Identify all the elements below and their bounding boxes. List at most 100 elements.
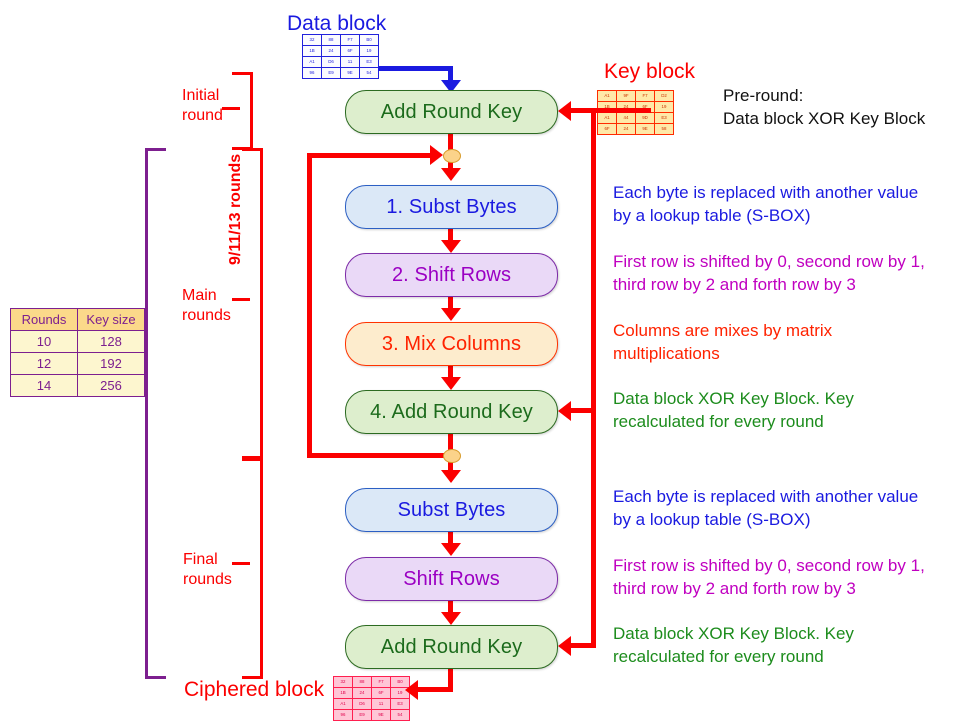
byte-grid-cell: 44 (616, 112, 636, 124)
byte-grid-cell: 19 (359, 45, 379, 57)
rounds-table-row: 14 256 (10, 374, 145, 397)
data-block-connector-horizontal (378, 66, 453, 71)
note-pre-round: Pre-round: Data block XOR Key Block (723, 85, 925, 131)
box-shift-rows-2[interactable]: 2. Shift Rows (345, 253, 558, 297)
byte-grid-cell: 32 (333, 676, 353, 688)
flow-arrow-to-subst1 (441, 168, 461, 181)
byte-grid-row: A1 44 9D E3 (597, 112, 674, 124)
note-shift-rows-line2: third row by 2 and forth row by 3 (613, 274, 856, 294)
key-trunk-vertical (591, 108, 596, 645)
label-final-rounds-line1: Final (183, 551, 218, 568)
byte-grid-cell: 6F (371, 687, 391, 699)
loop-junction-bottom-node (443, 449, 461, 463)
label-initial-round: Initial round (182, 86, 223, 126)
bracket-main-rounds (242, 148, 263, 459)
byte-grid-cell: D6 (321, 56, 341, 68)
byte-grid-cell: 1B (302, 45, 322, 57)
key-block-feed-arrowhead (558, 101, 571, 121)
byte-grid-row: A1 D6 11 E3 (302, 56, 379, 68)
loopback-arrowhead (430, 145, 443, 165)
byte-grid-cell: 11 (371, 698, 391, 710)
bracket-initial-round-tick (222, 107, 240, 110)
byte-grid-cell: 32 (302, 34, 322, 46)
byte-grid-cell: A1 (302, 56, 322, 68)
ark4-feed-arrowhead (558, 401, 571, 421)
byte-grid-cell: E9 (321, 67, 341, 79)
key-block-title: Key block (604, 60, 696, 83)
byte-grid-cell: 24 (616, 123, 636, 135)
note-add-round-key-final: Data block XOR Key Block. Key recalculat… (613, 623, 854, 669)
note-add-round-key-line2: recalculated for every round (613, 411, 824, 431)
ark4-feed-line (571, 408, 596, 413)
byte-grid-cell: B0 (359, 34, 379, 46)
flow-arrow-to-ark4 (441, 377, 461, 390)
note-subst-bytes-line1: Each byte is replaced with another value (613, 183, 919, 202)
note-subst-bytes-final-line1: Each byte is replaced with another value (613, 487, 919, 506)
note-shift-rows-final: First row is shifted by 0, second row by… (613, 555, 925, 601)
note-shift-rows-final-line1: First row is shifted by 0, second row by… (613, 556, 925, 575)
rounds-table: Rounds Key size 10 128 12 192 14 256 (10, 308, 145, 397)
loop-junction-top-node (443, 149, 461, 163)
ciphered-block-grid: 32 88 F7 B0 1B 24 6F 19 A1 D6 11 E3 96 E9 9E 54 (333, 676, 410, 721)
rounds-table-row: 10 128 (10, 330, 145, 353)
note-add-round-key-final-line1: Data block XOR Key Block. Key (613, 624, 854, 643)
note-subst-bytes-final-line2: by a lookup table (S-BOX) (613, 509, 811, 529)
key-size-cell: 128 (77, 330, 145, 353)
rounds-cell: 12 (10, 352, 78, 375)
box-subst-bytes-1[interactable]: 1. Subst Bytes (345, 185, 558, 229)
note-mix-columns-line2: multiplications (613, 343, 720, 363)
note-shift-rows-final-line2: third row by 2 and forth row by 3 (613, 578, 856, 598)
bracket-initial-round (232, 72, 253, 150)
byte-grid-cell: 88 (352, 676, 372, 688)
note-mix-columns-line1: Columns are mixes by matrix (613, 321, 833, 340)
byte-grid-cell: A1 (333, 698, 353, 710)
flow-arrow-to-shiftf (441, 543, 461, 556)
byte-grid-cell: 6F (597, 123, 617, 135)
byte-grid-cell: E3 (359, 56, 379, 68)
label-final-rounds-line2: rounds (183, 571, 232, 588)
rounds-cell: 10 (10, 330, 78, 353)
box-add-round-key-4[interactable]: 4. Add Round Key (345, 390, 558, 434)
ark-final-feed-arrowhead (558, 636, 571, 656)
box-shift-rows-final[interactable]: Shift Rows (345, 557, 558, 601)
box-initial-add-round-key[interactable]: Add Round Key (345, 90, 558, 134)
byte-grid-cell: 19 (654, 101, 674, 113)
box-subst-bytes-final[interactable]: Subst Bytes (345, 488, 558, 532)
byte-grid-cell: E3 (654, 112, 674, 124)
box-mix-columns-3[interactable]: 3. Mix Columns (345, 322, 558, 366)
byte-grid-cell: 54 (359, 67, 379, 79)
note-add-round-key-line1: Data block XOR Key Block. Key (613, 389, 854, 408)
note-shift-rows-line1: First row is shifted by 0, second row by… (613, 252, 925, 271)
byte-grid-cell: 24 (352, 687, 372, 699)
byte-grid-row: 1B 24 6F 19 (302, 45, 379, 57)
byte-grid-cell: A1 (597, 112, 617, 124)
byte-grid-cell: D2 (654, 90, 674, 102)
rounds-table-header-row: Rounds Key size (10, 308, 145, 331)
label-final-rounds: Final rounds (183, 550, 232, 590)
flow-arrow-to-mix3 (441, 308, 461, 321)
byte-grid-cell: 88 (321, 34, 341, 46)
box-add-round-key-final[interactable]: Add Round Key (345, 625, 558, 669)
loopback-bottom-horizontal (307, 453, 451, 458)
key-block-feed-line (571, 108, 651, 113)
flow-arrow-to-shift2 (441, 240, 461, 253)
rounds-cell: 14 (10, 374, 78, 397)
note-pre-round-line1: Pre-round: (723, 86, 804, 105)
byte-grid-cell: F7 (371, 676, 391, 688)
label-initial-round-line2: round (182, 107, 223, 124)
rounds-table-header-keysize: Key size (77, 308, 145, 331)
byte-grid-cell: A1 (597, 90, 617, 102)
data-block-grid: 32 88 F7 B0 1B 24 6F 19 A1 D6 11 E3 96 E9 9E 54 (302, 34, 379, 79)
rounds-table-body: 10 128 12 192 14 256 (10, 330, 145, 397)
label-main-rounds-line1: Main (182, 287, 217, 304)
loopback-top-horizontal (307, 153, 435, 158)
byte-grid-row: A1 9F F7 D2 (597, 90, 674, 102)
note-pre-round-line2: Data block XOR Key Block (723, 108, 926, 128)
byte-grid-row: 32 88 F7 B0 (333, 676, 410, 688)
byte-grid-cell: 9D (635, 112, 655, 124)
byte-grid-cell: 9F (616, 90, 636, 102)
note-subst-bytes-final: Each byte is replaced with another value… (613, 486, 918, 532)
byte-grid-cell: 6F (340, 45, 360, 57)
bracket-final-rounds (242, 458, 263, 679)
flow-arrow-to-arkf (441, 612, 461, 625)
